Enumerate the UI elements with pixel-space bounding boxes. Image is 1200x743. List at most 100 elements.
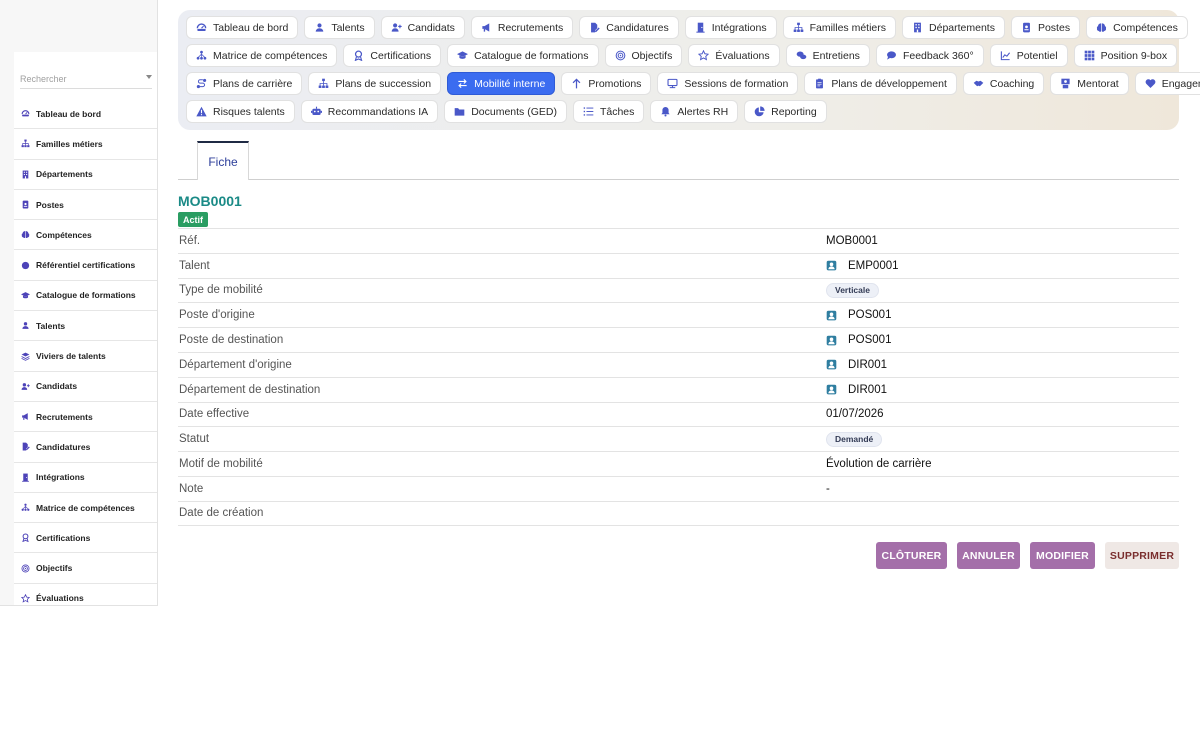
sidebar-item-recrutements[interactable]: Recrutements xyxy=(14,402,157,433)
nav-reporting-button[interactable]: Reporting xyxy=(744,100,827,123)
nav-plans-de-developpement-button[interactable]: Plans de développement xyxy=(804,72,957,95)
sidebar-item-integrations[interactable]: Intégrations xyxy=(14,463,157,493)
nav-departements-button[interactable]: Départements xyxy=(902,16,1005,39)
sidebar-item-label: Tableau de bord xyxy=(36,108,102,119)
award-icon xyxy=(20,533,30,543)
nav-button-label: Candidats xyxy=(407,21,455,34)
table-row: Statut Demandé xyxy=(178,426,1179,451)
nav-matrice-de-competences-button[interactable]: Matrice de compétences xyxy=(186,44,338,67)
field-value[interactable]: DIR001 xyxy=(848,384,887,396)
nav-candidats-button[interactable]: Candidats xyxy=(380,16,465,39)
sidebar-item-catalogue-de-formations[interactable]: Catalogue de formations xyxy=(14,281,157,312)
nav-coaching-button[interactable]: Coaching xyxy=(962,72,1045,95)
record-link[interactable]: POS001 xyxy=(826,309,891,321)
nav-postes-button[interactable]: Postes xyxy=(1010,16,1081,39)
nav-potentiel-button[interactable]: Potentiel xyxy=(989,44,1068,67)
nav-documents-ged-button[interactable]: Documents (GED) xyxy=(444,100,567,123)
sidebar-search[interactable] xyxy=(20,69,152,89)
record-link[interactable]: DIR001 xyxy=(826,384,887,396)
close-record-button[interactable]: CLÔTURER xyxy=(876,542,947,569)
nav-entretiens-button[interactable]: Entretiens xyxy=(785,44,870,67)
sidebar-item-postes[interactable]: Postes xyxy=(14,190,157,221)
table-row: Talent EMP0001 xyxy=(178,252,1179,278)
nav-alertes-rh-button[interactable]: Alertes RH xyxy=(650,100,739,123)
sidebar-item-talents[interactable]: Talents xyxy=(14,311,157,342)
nav-feedback-360-button[interactable]: Feedback 360° xyxy=(875,44,984,67)
sidebar-item-referentiel-certifications[interactable]: Référentiel certifications xyxy=(14,250,157,281)
nav-integrations-button[interactable]: Intégrations xyxy=(684,16,777,39)
sidebar-item-evaluations[interactable]: Évaluations xyxy=(14,584,157,605)
sitemap-icon xyxy=(793,22,804,33)
nav-competences-button[interactable]: Compétences xyxy=(1086,16,1188,39)
record-link[interactable]: POS001 xyxy=(826,334,891,346)
nav-button-label: Matrice de compétences xyxy=(213,49,328,62)
nav-sessions-de-formation-button[interactable]: Sessions de formation xyxy=(657,72,799,95)
nav-recrutements-button[interactable]: Recrutements xyxy=(470,16,574,39)
nav-plans-de-succession-button[interactable]: Plans de succession xyxy=(308,72,442,95)
nav-button-label: Postes xyxy=(1037,21,1071,34)
grid-icon xyxy=(1084,50,1095,61)
nav-position-9-box-button[interactable]: Position 9-box xyxy=(1073,44,1178,67)
nav-mobilite-interne-button[interactable]: Mobilité interne xyxy=(447,72,556,95)
heart-icon xyxy=(1145,78,1156,89)
network-icon xyxy=(20,503,30,513)
bell-icon xyxy=(660,106,671,117)
nav-button-label: Potentiel xyxy=(1016,49,1058,62)
cancel-button[interactable]: ANNULER xyxy=(957,542,1020,569)
nav-mentorat-button[interactable]: Mentorat xyxy=(1050,72,1129,95)
field-label: Motif de mobilité xyxy=(179,458,263,471)
sidebar-item-tableau-de-bord[interactable]: Tableau de bord xyxy=(14,99,157,130)
chevron-down-icon[interactable] xyxy=(146,75,152,79)
nav-familles-metiers-button[interactable]: Familles métiers xyxy=(782,16,897,39)
nav-talents-button[interactable]: Talents xyxy=(304,16,375,39)
record-link[interactable]: EMP0001 xyxy=(826,260,899,272)
field-value[interactable]: DIR001 xyxy=(848,359,887,371)
sidebar-item-label: Candidatures xyxy=(36,441,91,452)
star-icon xyxy=(698,50,710,61)
sidebar-item-candidats[interactable]: Candidats xyxy=(14,372,157,402)
search-input[interactable] xyxy=(20,69,138,89)
value-pill: Demandé xyxy=(826,431,883,447)
table-row: Motif de mobilité Évolution de carrière xyxy=(178,451,1179,476)
nav-button-label: Certifications xyxy=(370,49,432,62)
nav-tableau-de-bord-button[interactable]: Tableau de bord xyxy=(186,16,299,39)
nav-evaluations-button[interactable]: Évaluations xyxy=(688,44,780,67)
field-label: Réf. xyxy=(179,234,201,247)
tab-fiche[interactable]: Fiche xyxy=(197,141,249,180)
nav-objectifs-button[interactable]: Objectifs xyxy=(604,44,683,67)
sidebar-item-label: Familles métiers xyxy=(36,138,103,149)
nav-certifications-button[interactable]: Certifications xyxy=(343,44,442,67)
field-label: Date de création xyxy=(179,507,264,520)
sidebar-item-viviers-de-talents[interactable]: Viviers de talents xyxy=(14,341,157,372)
user-plus-icon xyxy=(391,22,402,33)
field-label: Talent xyxy=(179,259,210,272)
sidebar-item-departements[interactable]: Départements xyxy=(14,160,157,190)
megaphone-icon xyxy=(20,412,30,422)
sidebar-item-candidatures[interactable]: Candidatures xyxy=(14,432,157,463)
nav-risques-talents-button[interactable]: Risques talents xyxy=(186,100,295,123)
exchange-icon xyxy=(457,78,468,89)
id-badge-icon xyxy=(1021,22,1032,33)
nav-promotions-button[interactable]: Promotions xyxy=(561,72,652,95)
nav-catalogue-de-formations-button[interactable]: Catalogue de formations xyxy=(447,44,599,67)
sidebar-item-competences[interactable]: Compétences xyxy=(14,220,157,251)
field-value[interactable]: EMP0001 xyxy=(848,260,899,272)
certificate-icon xyxy=(20,260,30,270)
delete-button[interactable]: SUPPRIMER xyxy=(1105,542,1179,569)
nav-candidatures-button[interactable]: Candidatures xyxy=(579,16,679,39)
edit-button[interactable]: MODIFIER xyxy=(1030,542,1095,569)
nav-plans-de-carriere-button[interactable]: Plans de carrière xyxy=(186,72,303,95)
nav-taches-button[interactable]: Tâches xyxy=(572,100,645,123)
field-value[interactable]: POS001 xyxy=(848,309,891,321)
record-link[interactable]: DIR001 xyxy=(826,359,887,371)
nav-engagement-button[interactable]: Engagement xyxy=(1134,72,1200,95)
sidebar-item-matrice-de-competences[interactable]: Matrice de compétences xyxy=(14,493,157,524)
sidebar-item-objectifs[interactable]: Objectifs xyxy=(14,553,157,584)
field-value[interactable]: POS001 xyxy=(848,334,891,346)
nav-recommandations-ia-button[interactable]: Recommandations IA xyxy=(300,100,439,123)
nav-button-label: Candidatures xyxy=(606,21,669,34)
user-icon xyxy=(314,22,325,33)
mentor-icon xyxy=(1060,78,1071,89)
sidebar-item-certifications[interactable]: Certifications xyxy=(14,523,157,554)
sidebar-item-familles-metiers[interactable]: Familles métiers xyxy=(14,129,157,160)
